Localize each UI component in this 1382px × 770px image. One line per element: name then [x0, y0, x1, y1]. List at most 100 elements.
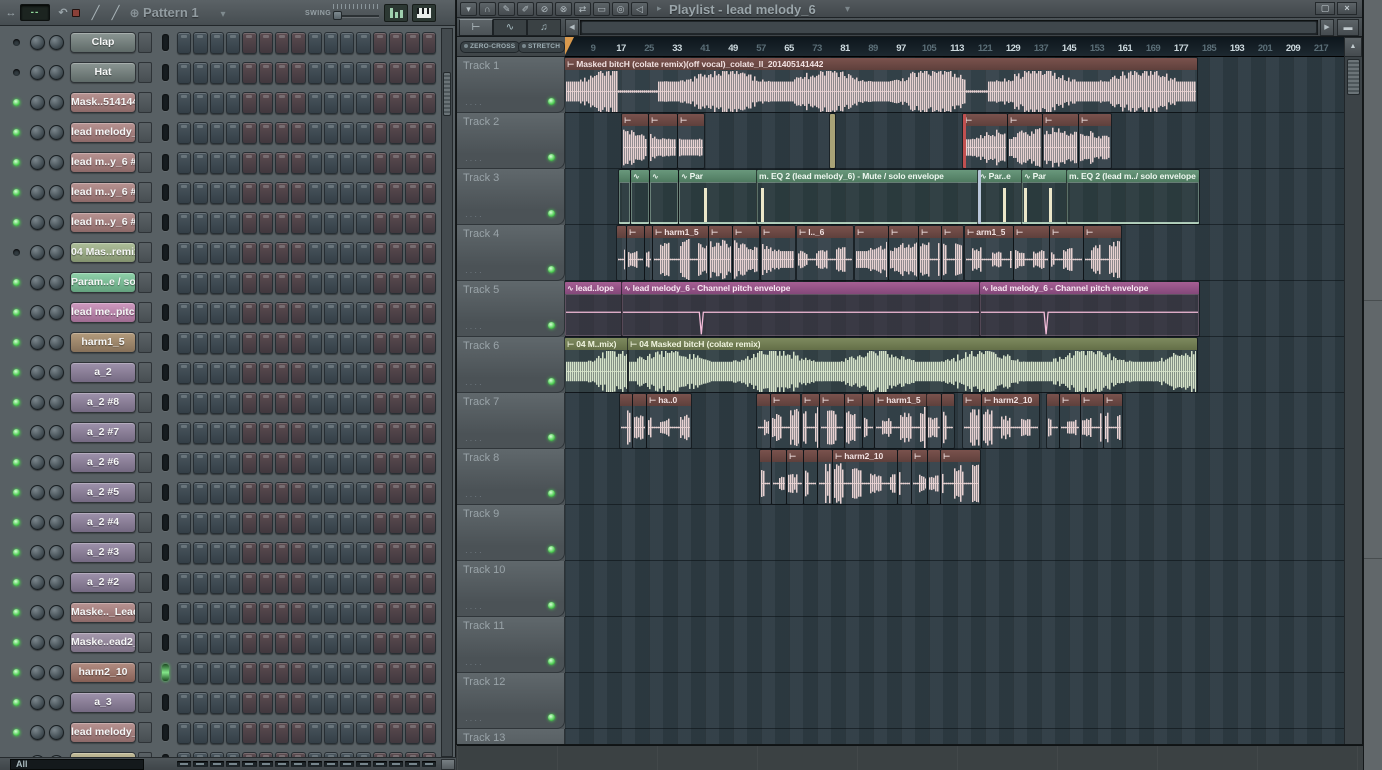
audio-clip[interactable]	[818, 450, 832, 504]
step-cell[interactable]	[405, 272, 420, 294]
track-led[interactable]	[548, 714, 555, 721]
pan-knob[interactable]	[30, 35, 45, 50]
volume-knob[interactable]	[49, 95, 64, 110]
channel-button[interactable]: Hat	[70, 62, 136, 83]
audio-clip[interactable]	[863, 394, 874, 448]
audio-clip[interactable]: ⊢	[761, 226, 795, 280]
audio-clip[interactable]: ⊢	[1043, 114, 1078, 168]
channel-select-indicator[interactable]	[162, 34, 169, 51]
step-cell[interactable]	[421, 92, 436, 114]
audio-clip[interactable]: ⊢	[1060, 394, 1080, 448]
zero-cross-toggle[interactable]: ZERO-CROSS	[460, 41, 521, 53]
audio-clip[interactable]: ⊢ Masked bitcH (colate remix)(off vocal)_…	[565, 58, 1197, 112]
step-cell[interactable]	[356, 512, 371, 534]
step-cell[interactable]	[209, 92, 224, 114]
step-cell[interactable]	[356, 722, 371, 744]
step-cell[interactable]	[307, 62, 322, 84]
track-header[interactable]: Track 8 ····	[457, 449, 565, 505]
step-cell[interactable]	[421, 602, 436, 624]
step-cell[interactable]	[405, 32, 420, 54]
step-cell[interactable]	[291, 332, 306, 354]
step-cell[interactable]	[274, 602, 290, 624]
step-cell[interactable]	[405, 572, 420, 594]
step-cell[interactable]	[405, 122, 420, 144]
playlist-vertical-scrollbar[interactable]	[1344, 57, 1362, 744]
step-cell[interactable]	[258, 362, 273, 384]
step-cell[interactable]	[242, 302, 257, 324]
audio-clip[interactable]: ⊢	[649, 114, 677, 168]
volume-knob[interactable]	[49, 305, 64, 320]
step-cell[interactable]	[242, 632, 257, 654]
pan-knob[interactable]	[30, 215, 45, 230]
step-cell[interactable]	[291, 572, 306, 594]
step-cell[interactable]	[258, 32, 273, 54]
step-cell[interactable]	[209, 452, 224, 474]
step-cell[interactable]	[209, 542, 224, 564]
step-cell[interactable]	[225, 332, 241, 354]
step-cell[interactable]	[372, 122, 388, 144]
track-header[interactable]: Track 3 ····	[457, 169, 565, 225]
step-cell[interactable]	[225, 242, 241, 264]
graph-mode-alt-icon[interactable]: ╱	[106, 3, 125, 22]
step-cell[interactable]	[372, 92, 388, 114]
step-cell[interactable]	[421, 572, 436, 594]
step-cell[interactable]	[340, 242, 355, 264]
automation-clip[interactable]: ∿	[631, 170, 649, 224]
audio-clip[interactable]	[927, 394, 941, 448]
audio-clip[interactable]: ⊢	[1008, 114, 1042, 168]
step-cell[interactable]	[356, 302, 371, 324]
step-cell[interactable]	[177, 212, 192, 234]
horizontal-scrollbar[interactable]	[580, 20, 1318, 35]
channel-select-indicator[interactable]	[162, 394, 169, 411]
audio-clip[interactable]: ⊢ 04 Masked bitcH (colate remix)	[628, 338, 1197, 392]
step-cell[interactable]	[242, 272, 257, 294]
step-cell[interactable]	[340, 302, 355, 324]
step-cell[interactable]	[193, 122, 208, 144]
step-cell[interactable]	[291, 422, 306, 444]
audio-clip[interactable]	[1047, 394, 1059, 448]
step-footer-cell[interactable]	[340, 761, 355, 767]
step-cell[interactable]	[323, 302, 339, 324]
step-cell[interactable]	[389, 722, 404, 744]
volume-knob[interactable]	[49, 185, 64, 200]
volume-knob[interactable]	[49, 725, 64, 740]
step-cell[interactable]	[372, 392, 388, 414]
audio-clip[interactable]	[757, 394, 770, 448]
step-cell[interactable]	[307, 302, 322, 324]
step-cell[interactable]	[225, 32, 241, 54]
track-led[interactable]	[548, 378, 555, 385]
step-cell[interactable]	[274, 152, 290, 174]
step-cell[interactable]	[356, 242, 371, 264]
horizontal-scrollbar-thumb[interactable]	[581, 21, 1317, 34]
step-cell[interactable]	[209, 302, 224, 324]
step-cell[interactable]	[421, 662, 436, 684]
step-cell[interactable]	[193, 152, 208, 174]
step-cell[interactable]	[307, 32, 322, 54]
step-cell[interactable]	[307, 542, 322, 564]
pan-knob[interactable]	[30, 545, 45, 560]
audio-clip[interactable]: ⊢	[912, 450, 927, 504]
step-cell[interactable]	[372, 602, 388, 624]
step-cell[interactable]	[323, 632, 339, 654]
step-cell[interactable]	[274, 392, 290, 414]
channel-led[interactable]	[13, 339, 20, 346]
volume-knob[interactable]	[49, 665, 64, 680]
step-cell[interactable]	[242, 662, 257, 684]
channel-select-indicator[interactable]	[162, 544, 169, 561]
pattern-selector[interactable]: Pattern 1	[143, 5, 199, 20]
step-cell[interactable]	[356, 62, 371, 84]
step-cell[interactable]	[242, 722, 257, 744]
step-cell[interactable]	[356, 272, 371, 294]
keyboard-editor-button[interactable]	[412, 4, 436, 22]
channel-button[interactable]: lead m..y_6 #2	[70, 212, 136, 233]
step-cell[interactable]	[372, 302, 388, 324]
step-cell[interactable]	[291, 512, 306, 534]
track-led[interactable]	[548, 322, 555, 329]
step-cell[interactable]	[177, 722, 192, 744]
step-cell[interactable]	[274, 422, 290, 444]
step-cell[interactable]	[291, 692, 306, 714]
step-cell[interactable]	[242, 32, 257, 54]
step-cell[interactable]	[291, 242, 306, 264]
audio-clip[interactable]: ⊢	[622, 114, 648, 168]
volume-knob[interactable]	[49, 155, 64, 170]
